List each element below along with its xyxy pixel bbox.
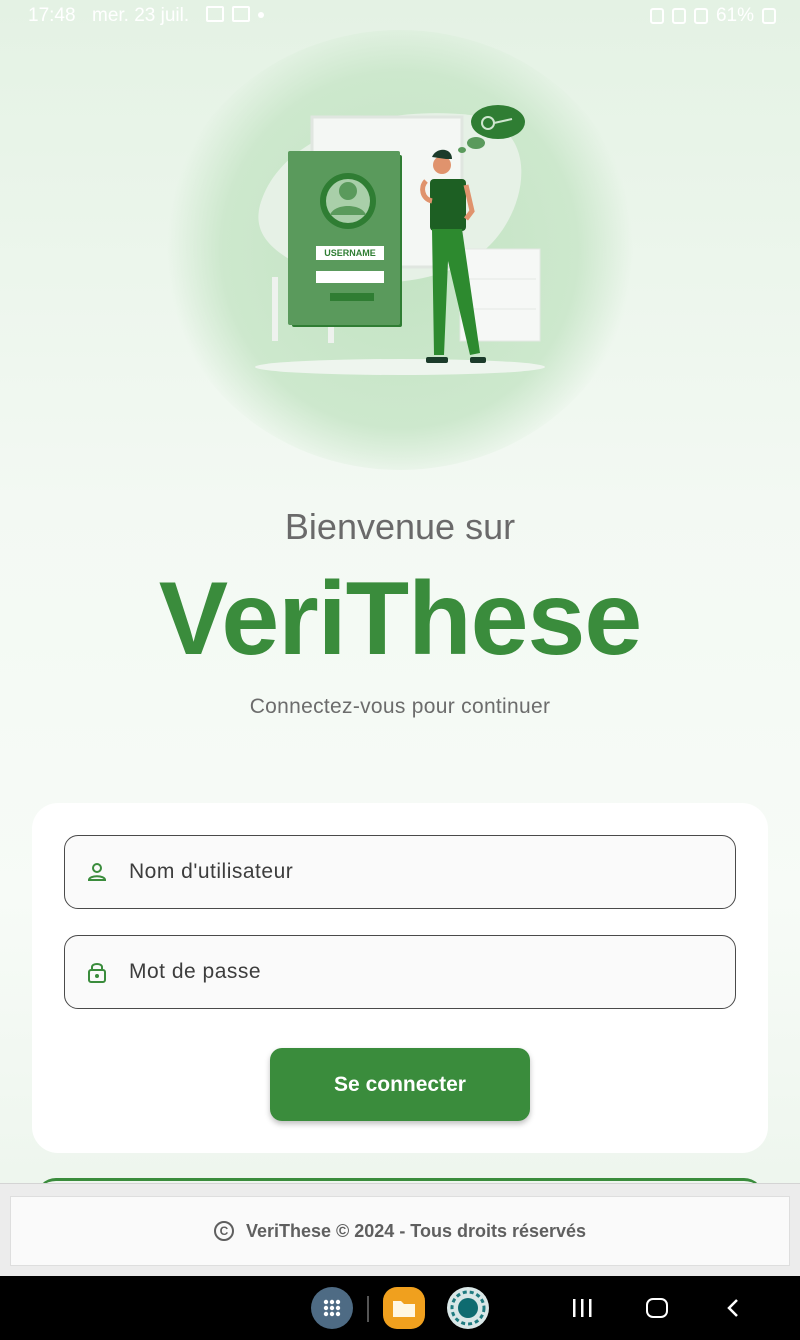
login-button[interactable]: Se connecter: [270, 1048, 530, 1121]
footer: C VeriThese © 2024 - Tous droits réservé…: [10, 1196, 790, 1266]
password-field[interactable]: [64, 935, 736, 1009]
password-input[interactable]: [129, 960, 689, 984]
battery-level: 61%: [715, 5, 754, 26]
footer-container: C VeriThese © 2024 - Tous droits réservé…: [0, 1183, 800, 1276]
notification-icons: [206, 6, 264, 22]
system-indicators: 61%: [649, 5, 776, 27]
nav-separator: [367, 1296, 369, 1322]
home-icon[interactable]: [646, 1298, 668, 1318]
alarm-icon: [649, 8, 664, 24]
mute-icon: [671, 8, 686, 24]
username-input[interactable]: [129, 860, 689, 884]
welcome-text: Bienvenue sur: [284, 506, 516, 547]
battery-icon: [762, 8, 776, 24]
lock-icon: [88, 963, 106, 983]
login-illustration: USERNAME: [255, 105, 545, 375]
wifi-icon: [693, 8, 708, 24]
notification-icon: [232, 6, 250, 22]
status-time: 17:48: [28, 5, 76, 26]
status-date: mer. 23 juil.: [92, 5, 190, 26]
app-title: VeriThese: [158, 561, 642, 677]
status-bar: 17:48 mer. 23 juil. 61%: [0, 0, 800, 32]
notification-icon: [206, 6, 224, 22]
app-drawer-icon[interactable]: [311, 1287, 353, 1329]
notification-dot-icon: [258, 12, 264, 18]
recent-apps-icon[interactable]: [570, 1297, 594, 1319]
navigation-bar: [0, 1276, 800, 1340]
copyright-icon: C: [213, 1221, 234, 1241]
illustration-username-label: USERNAME: [324, 248, 376, 258]
person-icon: [87, 863, 107, 881]
files-app-icon[interactable]: [383, 1287, 425, 1329]
footer-text: VeriThese © 2024 - Tous droits réservés: [245, 1220, 587, 1241]
login-subtitle: Connectez-vous pour continuer: [249, 695, 551, 718]
camera-app-icon[interactable]: [447, 1287, 489, 1329]
back-icon[interactable]: [724, 1298, 742, 1318]
login-card: Se connecter: [32, 803, 768, 1153]
username-field[interactable]: [64, 835, 736, 909]
